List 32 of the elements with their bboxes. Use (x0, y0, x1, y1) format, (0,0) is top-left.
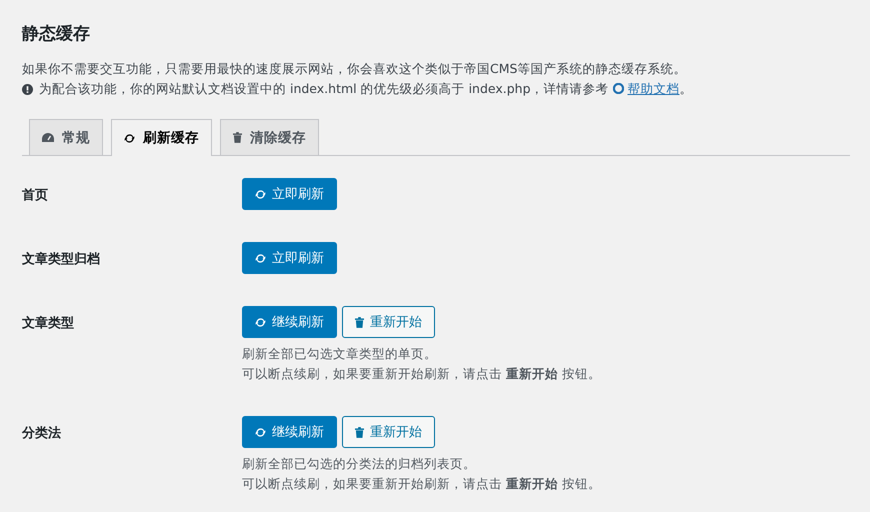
refresh-button[interactable]: 立即刷新 (242, 178, 337, 210)
refresh-button[interactable]: 继续刷新 (242, 306, 337, 338)
help-link[interactable]: 帮助文档 (628, 81, 680, 96)
refresh-button[interactable]: 立即刷新 (242, 242, 337, 274)
dashboard-icon (42, 133, 54, 142)
page-title: 静态缓存 (22, 23, 91, 45)
restart-button[interactable]: 重新开始 (342, 416, 435, 448)
field-label: 文章类型 (22, 314, 75, 333)
refresh-icon (255, 426, 266, 438)
description-text: 刷新全部已勾选的分类法的归档列表页。 (242, 455, 477, 473)
refresh-icon (255, 188, 266, 200)
description-text: 可以断点续刷，如果要重新开始刷新，请点击 重新开始 按钮。 (242, 475, 601, 493)
description-text: 刷新全部已勾选文章类型的单页。 (242, 345, 438, 363)
field-label: 首页 (22, 187, 49, 205)
refresh-icon (124, 132, 135, 144)
description-text: 可以断点续刷，如果要重新开始刷新，请点击 重新开始 按钮。 (242, 365, 601, 383)
tab[interactable]: 常规 (29, 119, 103, 155)
trash-icon (355, 426, 364, 438)
refresh-icon (255, 252, 266, 264)
intro-text: 如果你不需要交互功能，只需要用最快的速度展示网站，你会喜欢这个类似于帝国CMS等国产系统的静态缓存系统。 (22, 60, 688, 78)
exclamation-icon (22, 84, 33, 94)
tab[interactable]: 刷新缓存 (111, 119, 212, 156)
trash-icon (355, 316, 364, 328)
field-label: 文章类型归档 (22, 250, 101, 269)
notice-text: 为配合该功能，你的网站默认文档设置中的 index.html 的优先级必须高于 index.php，详情请参考 帮助文档。 (39, 80, 692, 98)
field-label: 分类法 (22, 425, 62, 443)
trash-icon (233, 132, 242, 143)
refresh-icon (255, 316, 266, 328)
restart-button[interactable]: 重新开始 (342, 306, 435, 338)
refresh-button[interactable]: 继续刷新 (242, 416, 337, 448)
tab[interactable]: 清除缓存 (220, 119, 319, 155)
lifebuoy-icon (612, 83, 624, 94)
